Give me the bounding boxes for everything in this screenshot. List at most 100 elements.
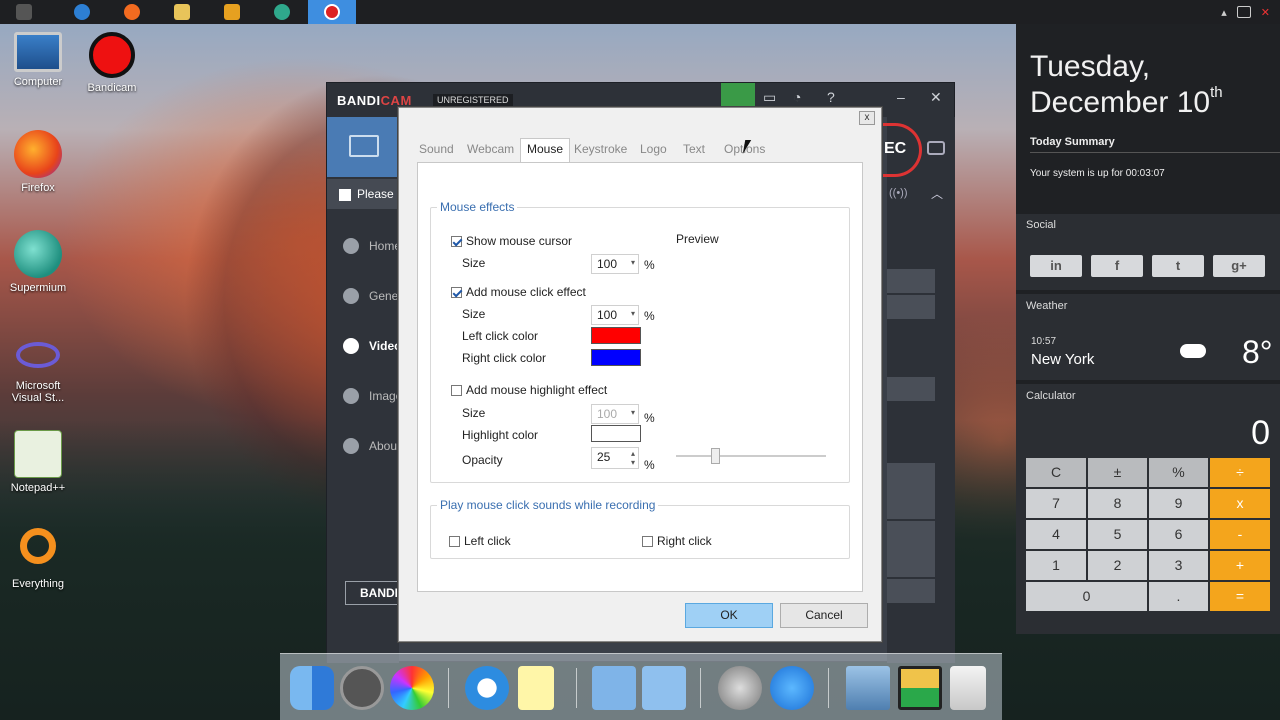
twitter-icon[interactable]: t — [1152, 255, 1204, 277]
highlight-color-swatch[interactable] — [591, 425, 641, 442]
desktop-icon-bandicam[interactable]: Bandicam — [74, 32, 150, 94]
calc-key-subtract[interactable]: - — [1210, 520, 1270, 549]
tab-keystroke[interactable]: Keystroke — [574, 142, 627, 156]
calc-key-2[interactable]: 2 — [1088, 551, 1147, 580]
calc-key-7[interactable]: 7 — [1026, 489, 1086, 518]
safari-compass-icon[interactable] — [465, 666, 509, 710]
sidebar-item-video[interactable]: Video — [327, 331, 401, 361]
preview-icon[interactable] — [846, 666, 890, 710]
bandicam-please-bar: Please — [327, 179, 399, 209]
desktop-icon-supermium[interactable]: Supermium — [0, 230, 76, 294]
sidebar-item-image[interactable]: Image — [327, 381, 402, 411]
sidebar-item-general[interactable]: General — [327, 281, 412, 311]
calc-key-8[interactable]: 8 — [1088, 489, 1147, 518]
calc-key-percent[interactable]: % — [1149, 458, 1208, 487]
taskbar-firefox-icon[interactable] — [108, 0, 156, 24]
trash-icon[interactable] — [950, 666, 986, 710]
collapse-chevron-icon[interactable]: ︿ — [931, 185, 943, 202]
calc-key-5[interactable]: 5 — [1088, 520, 1147, 549]
tab-logo[interactable]: Logo — [640, 142, 667, 156]
calc-key-clear[interactable]: C — [1026, 458, 1086, 487]
mouse-click-effect-checkbox[interactable]: Add mouse click effect — [451, 285, 586, 299]
applications-folder-icon[interactable] — [642, 666, 686, 710]
sidebar-item-about[interactable]: About — [327, 431, 400, 461]
wireless-icon[interactable]: ((•)) — [889, 187, 908, 199]
google-plus-icon[interactable]: g+ — [1213, 255, 1265, 277]
taskbar-file-explorer-icon[interactable] — [158, 0, 206, 24]
gallery-icon[interactable] — [898, 666, 942, 710]
app-store-icon[interactable] — [770, 666, 814, 710]
left-click-color-swatch[interactable] — [591, 327, 641, 344]
opacity-slider-track[interactable] — [676, 455, 826, 457]
calc-key-3[interactable]: 3 — [1149, 551, 1208, 580]
launchpad-rocket-icon[interactable] — [718, 666, 762, 710]
right-click-color-swatch[interactable] — [591, 349, 641, 366]
notes-icon[interactable] — [518, 666, 554, 710]
show-mouse-cursor-checkbox[interactable]: Show mouse cursor — [451, 234, 572, 248]
cursor-size-dropdown[interactable]: 100 ▾ — [591, 254, 639, 274]
today-summary-title: Today Summary — [1030, 136, 1115, 148]
desktop-icon-notepad-plus-plus[interactable]: Notepad++ — [0, 430, 76, 494]
taskbar-internet-explorer-icon[interactable] — [58, 0, 106, 24]
taskbar-media-player-icon[interactable] — [208, 0, 256, 24]
calc-key-1[interactable]: 1 — [1026, 551, 1086, 580]
widget-date: December 10th — [1030, 84, 1223, 119]
calc-key-9[interactable]: 9 — [1149, 489, 1208, 518]
cancel-button[interactable]: Cancel — [780, 603, 868, 628]
calc-key-4[interactable]: 4 — [1026, 520, 1086, 549]
sidebar-item-home[interactable]: Home — [327, 231, 401, 261]
close-icon[interactable]: ✕ — [930, 89, 942, 106]
tab-text[interactable]: Text — [683, 142, 705, 156]
taskbar-start-icon[interactable] — [0, 0, 48, 24]
calc-key-plus-minus[interactable]: ± — [1088, 458, 1147, 487]
desktop-icon-everything[interactable]: Everything — [0, 528, 76, 590]
mouse-highlight-checkbox[interactable]: Add mouse highlight effect — [451, 383, 607, 397]
calc-key-equals[interactable]: = — [1210, 582, 1270, 611]
menu-grid-icon[interactable] — [339, 188, 351, 201]
minimize-icon[interactable]: – — [897, 89, 905, 105]
tray-network-icon[interactable] — [1236, 6, 1251, 18]
tab-mouse[interactable]: Mouse — [520, 138, 571, 162]
folder-icon[interactable]: ▭ — [763, 89, 776, 106]
calc-key-divide[interactable]: ÷ — [1210, 458, 1270, 487]
lock-icon[interactable] — [721, 83, 755, 109]
right-click-sound-checkbox[interactable]: Right click — [642, 534, 712, 548]
photos-icon[interactable] — [390, 666, 434, 710]
taskbar-supermium-icon[interactable] — [258, 0, 306, 24]
finder-icon[interactable] — [290, 666, 334, 710]
calc-key-add[interactable]: + — [1210, 551, 1270, 580]
facebook-icon[interactable]: f — [1091, 255, 1143, 277]
opacity-slider-thumb[interactable] — [711, 448, 720, 464]
dialog-close-button[interactable]: x — [859, 111, 875, 125]
desktop-icon-firefox[interactable]: Firefox — [0, 130, 76, 194]
tab-webcam[interactable]: Webcam — [467, 142, 514, 156]
system-preferences-icon[interactable] — [340, 666, 384, 710]
calc-key-0[interactable]: 0 — [1026, 582, 1147, 611]
click-size-dropdown[interactable]: 100 ▾ — [591, 305, 639, 325]
desktop-icon-computer[interactable]: Computer — [0, 32, 76, 88]
folder-icon[interactable] — [592, 666, 636, 710]
ok-button[interactable]: OK — [685, 603, 773, 628]
screen-capture-mode-button[interactable] — [327, 117, 399, 177]
camera-icon[interactable] — [927, 141, 945, 155]
tray-arrow-icon[interactable]: ▴ — [1221, 6, 1227, 19]
linkedin-icon[interactable]: in — [1030, 255, 1082, 277]
tray-volume-icon[interactable]: ✕ — [1261, 6, 1270, 19]
calc-key-6[interactable]: 6 — [1149, 520, 1208, 549]
desktop-icon-visual-studio[interactable]: Microsoft Visual St... — [0, 332, 76, 404]
dropdown-arrow-icon: ▾ — [630, 408, 635, 417]
left-click-sound-checkbox[interactable]: Left click — [449, 534, 511, 548]
bandicut-button[interactable]: BANDI — [345, 581, 399, 605]
opacity-stepper[interactable]: 25 ▴ ▾ — [591, 447, 639, 469]
tab-sound[interactable]: Sound — [419, 142, 454, 156]
taskbar-bandicam-icon[interactable] — [308, 0, 356, 24]
desktop-icon-label: Notepad++ — [10, 482, 66, 494]
dock-separator — [576, 668, 577, 708]
calc-key-multiply[interactable]: x — [1210, 489, 1270, 518]
dock-separator — [448, 668, 449, 708]
highlight-size-dropdown[interactable]: 100 ▾ — [591, 404, 639, 424]
clock-icon[interactable]: ◔ — [793, 89, 801, 105]
help-icon[interactable]: ? — [827, 89, 835, 105]
calc-key-decimal[interactable]: . — [1149, 582, 1208, 611]
settings-row — [887, 295, 935, 319]
